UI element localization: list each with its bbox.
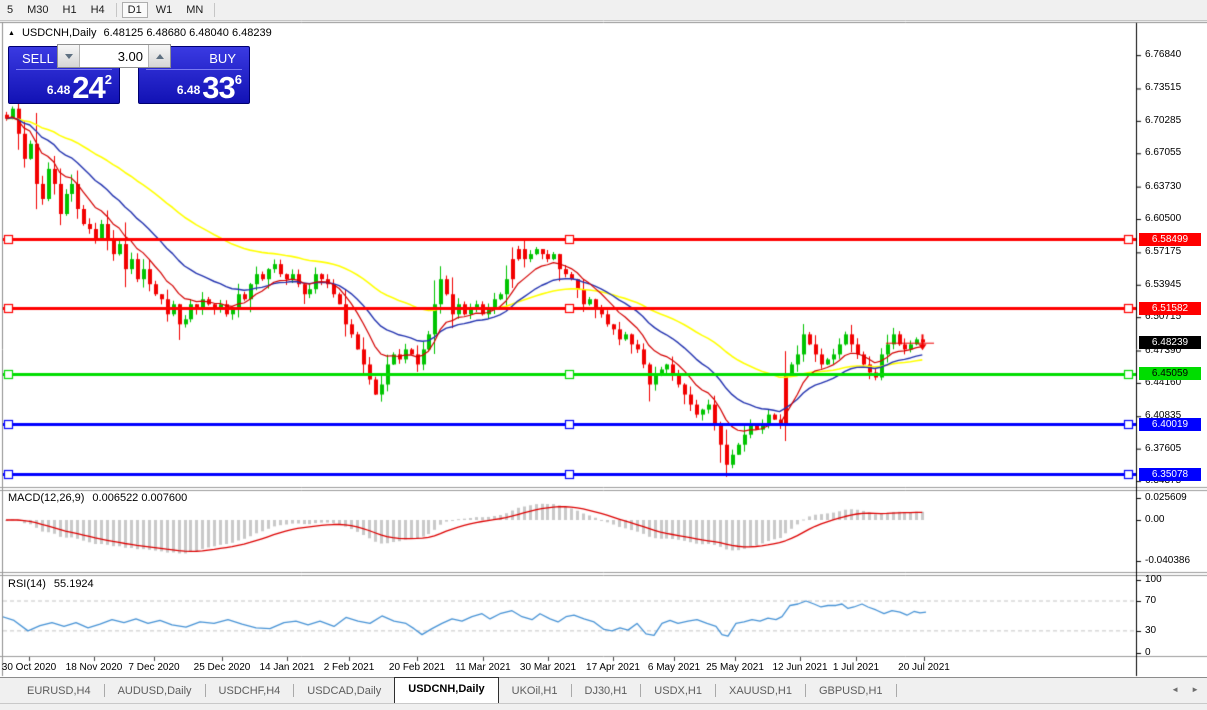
x-axis-label: 2 Feb 2021 <box>324 662 375 673</box>
y-axis-label: 6.63730 <box>1145 181 1181 192</box>
x-axis-label: 12 Jun 2021 <box>772 662 827 673</box>
timeframe-button-H4[interactable]: H4 <box>85 2 111 18</box>
sell-price: 6.48 24 2 <box>47 72 112 101</box>
price-level-badge: 6.51582 <box>1139 302 1201 315</box>
trading-platform-window: 5M30H1H4 D1W1MN ▲ USDCNH,Daily 6.48125 6.… <box>0 0 1207 709</box>
rsi-name: RSI(14) <box>8 578 46 590</box>
y-axis-label: 6.67055 <box>1145 147 1181 158</box>
tab-usdcad-daily[interactable]: USDCAD,Daily <box>294 679 394 703</box>
timeframe-button-5[interactable]: 5 <box>1 2 19 18</box>
x-axis-label: 18 Nov 2020 <box>66 662 123 673</box>
buy-price-prefix: 6.48 <box>177 83 200 97</box>
y-axis-label: 6.76840 <box>1145 49 1181 60</box>
y-axis-label: 6.37605 <box>1145 443 1181 454</box>
price-level-badge: 6.40019 <box>1139 418 1201 431</box>
one-click-trading-panel: SELL 6.48 24 2 BUY 6.48 33 6 <box>8 44 250 104</box>
macd-axis-label: -0.040386 <box>1145 555 1190 566</box>
tab-scroll-buttons: ◄ ► <box>1171 685 1199 694</box>
volume-input[interactable] <box>80 45 148 67</box>
rsi-axis-label: 0 <box>1145 647 1151 658</box>
timeframe-toolbar: 5M30H1H4 D1W1MN <box>0 0 1207 20</box>
macd-name: MACD(12,26,9) <box>8 492 84 504</box>
timeframe-button-D1[interactable]: D1 <box>122 2 148 18</box>
toolbar-separator <box>214 3 215 17</box>
volume-decrease-button[interactable] <box>58 45 80 67</box>
buy-price: 6.48 33 6 <box>177 72 242 101</box>
x-axis-label: 1 Jul 2021 <box>833 662 879 673</box>
x-axis-label: 14 Jan 2021 <box>259 662 314 673</box>
tab-usdcnh-daily[interactable]: USDCNH,Daily <box>394 677 498 703</box>
y-axis-label: 6.73515 <box>1145 82 1181 93</box>
buy-price-pips: 33 <box>202 74 234 101</box>
price-level-badge: 6.45059 <box>1139 367 1201 380</box>
buy-price-point: 6 <box>235 72 242 87</box>
volume-spinner <box>57 44 171 68</box>
x-axis-label: 30 Oct 2020 <box>2 662 56 673</box>
tab-ukoil-h1[interactable]: UKOil,H1 <box>499 679 571 703</box>
price-chart-canvas[interactable] <box>0 0 1207 709</box>
rsi-axis-label: 100 <box>1145 574 1162 585</box>
tabs-scroll-right-icon[interactable]: ► <box>1191 685 1199 694</box>
sell-price-prefix: 6.48 <box>47 83 70 97</box>
timeframe-button-MN[interactable]: MN <box>180 2 209 18</box>
tab-usdchf-h4[interactable]: USDCHF,H4 <box>206 679 294 703</box>
macd-axis-label: 0.025609 <box>1145 492 1187 503</box>
price-level-badge: 6.35078 <box>1139 468 1201 481</box>
macd-axis-label: 0.00 <box>1145 514 1164 525</box>
price-level-badge: 6.48239 <box>1139 336 1201 349</box>
chart-symbol-label: USDCNH,Daily <box>22 27 97 39</box>
x-axis-label: 17 Apr 2021 <box>586 662 640 673</box>
toolbar-separator <box>116 3 117 17</box>
chart-tab-bar: EURUSD,H4AUDUSD,DailyUSDCHF,H4USDCAD,Dai… <box>0 677 1207 703</box>
chart-ohlc-values: 6.48125 6.48680 6.48040 6.48239 <box>104 27 272 39</box>
x-axis-label: 25 May 2021 <box>706 662 764 673</box>
rsi-axis-label: 70 <box>1145 595 1156 606</box>
x-axis-label: 6 May 2021 <box>648 662 700 673</box>
y-axis-label: 6.57175 <box>1145 246 1181 257</box>
macd-indicator-label: MACD(12,26,9) 0.006522 0.007600 <box>8 492 187 504</box>
rsi-axis-label: 30 <box>1145 625 1156 636</box>
volume-increase-button[interactable] <box>148 45 170 67</box>
chart-header: ▲ USDCNH,Daily 6.48125 6.48680 6.48040 6… <box>8 27 272 39</box>
price-level-badge: 6.58499 <box>1139 233 1201 246</box>
tab-usdx-h1[interactable]: USDX,H1 <box>641 679 715 703</box>
x-axis-label: 30 Mar 2021 <box>520 662 576 673</box>
timeframe-button-H1[interactable]: H1 <box>57 2 83 18</box>
tab-dj30-h1[interactable]: DJ30,H1 <box>572 679 641 703</box>
macd-values: 0.006522 0.007600 <box>92 492 187 504</box>
arrow-down-icon <box>65 54 73 59</box>
rsi-indicator-label: RSI(14) 55.1924 <box>8 578 94 590</box>
timeframe-button-W1[interactable]: W1 <box>150 2 179 18</box>
x-axis-label: 20 Feb 2021 <box>389 662 445 673</box>
x-axis-label: 11 Mar 2021 <box>455 662 510 673</box>
y-axis-label: 6.70285 <box>1145 115 1181 126</box>
tab-divider <box>896 684 897 697</box>
tab-gbpusd-h1[interactable]: GBPUSD,H1 <box>806 679 896 703</box>
tab-audusd-daily[interactable]: AUDUSD,Daily <box>105 679 205 703</box>
rsi-value: 55.1924 <box>54 578 94 590</box>
arrow-up-icon <box>156 54 164 59</box>
sell-price-point: 2 <box>105 72 112 87</box>
x-axis-label: 20 Jul 2021 <box>898 662 950 673</box>
x-axis-label: 7 Dec 2020 <box>128 662 179 673</box>
tab-xauusd-h1[interactable]: XAUUSD,H1 <box>716 679 805 703</box>
tabs-scroll-left-icon[interactable]: ◄ <box>1171 685 1179 694</box>
timeframe-button-M30[interactable]: M30 <box>21 2 54 18</box>
tab-eurusd-h4[interactable]: EURUSD,H4 <box>14 679 104 703</box>
y-axis-label: 6.53945 <box>1145 279 1181 290</box>
collapse-triangle-icon[interactable]: ▲ <box>8 30 15 37</box>
x-axis-label: 25 Dec 2020 <box>194 662 251 673</box>
y-axis-label: 6.60500 <box>1145 213 1181 224</box>
sell-price-pips: 24 <box>72 74 104 101</box>
